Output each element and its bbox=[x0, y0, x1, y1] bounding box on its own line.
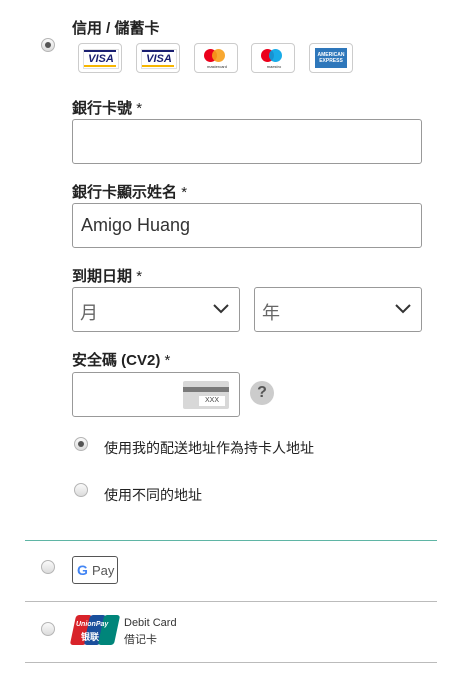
chevron-down-icon bbox=[395, 304, 411, 314]
cvv-input[interactable]: XXX bbox=[72, 372, 240, 417]
visa-icon: VISA bbox=[78, 43, 122, 73]
debit-card-label-zh: 借记卡 bbox=[124, 634, 157, 646]
section-divider bbox=[25, 662, 437, 663]
expiry-date-label: 到期日期 * bbox=[72, 268, 143, 285]
cardholder-name-input[interactable]: Amigo Huang bbox=[72, 203, 422, 248]
maestro-icon: maestro bbox=[251, 43, 295, 73]
section-divider bbox=[25, 601, 437, 602]
section-divider bbox=[25, 540, 437, 541]
use-shipping-address-label[interactable]: 使用我的配送地址作為持卡人地址 bbox=[104, 438, 314, 458]
card-payment-radio[interactable] bbox=[41, 38, 55, 52]
cardholder-name-label: 銀行卡顯示姓名 * bbox=[72, 184, 188, 201]
unionpay-radio[interactable] bbox=[41, 622, 55, 636]
chevron-down-icon bbox=[213, 304, 229, 314]
use-different-address-radio[interactable] bbox=[74, 483, 88, 497]
debit-card-label: Debit Card bbox=[124, 617, 177, 629]
card-number-label: 銀行卡號 * bbox=[72, 100, 143, 117]
google-pay-logo: G Pay bbox=[72, 556, 118, 584]
amex-icon: AMERICAN EXPRESS bbox=[309, 43, 353, 73]
expiry-month-select[interactable]: 月 bbox=[72, 287, 240, 332]
visa-electron-icon: VISA bbox=[136, 43, 180, 73]
expiry-year-select[interactable]: 年 bbox=[254, 287, 422, 332]
mastercard-icon: mastercard bbox=[194, 43, 238, 73]
card-section-title: 信用 / 儲蓄卡 bbox=[72, 20, 160, 37]
unionpay-logo: UnionPay 银联 bbox=[69, 615, 121, 645]
card-number-input[interactable] bbox=[72, 119, 422, 164]
card-cvv-hint-icon: XXX bbox=[183, 381, 229, 409]
use-different-address-label[interactable]: 使用不同的地址 bbox=[104, 485, 202, 505]
google-g-icon: G bbox=[77, 562, 88, 578]
cvv-help-button[interactable]: ? bbox=[250, 381, 274, 405]
cvv-label: 安全碼 (CV2) * bbox=[72, 352, 171, 369]
google-pay-radio[interactable] bbox=[41, 560, 55, 574]
use-shipping-address-radio[interactable] bbox=[74, 437, 88, 451]
